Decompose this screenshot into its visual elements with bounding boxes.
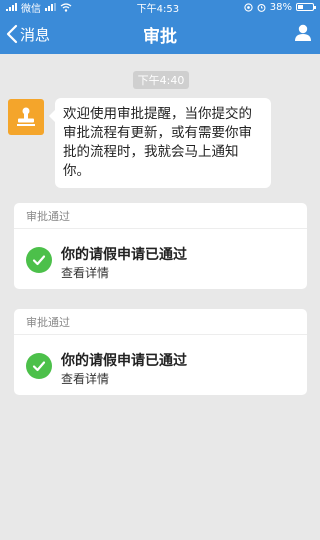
welcome-message: 欢迎使用审批提醒，当你提交的审批流程有更新，或有需要你审批的流程时，我就会马上通… [49,98,271,188]
chevron-left-icon [6,24,18,44]
view-details-link[interactable]: 查看详情 [61,370,109,387]
approval-card[interactable]: 审批通过 你的请假申请已通过 查看详情 [14,203,307,289]
card-title: 你的请假申请已通过 [61,247,187,263]
card-title: 你的请假申请已通过 [61,353,187,369]
check-icon [26,353,52,379]
status-right: 38% [244,1,316,13]
status-bar: 微信 下午4:53 38% [0,0,320,15]
location-icon [244,2,253,12]
check-icon [26,247,52,273]
alarm-icon [257,3,266,12]
card-body: 你的请假申请已通过 查看详情 [14,229,307,289]
back-button[interactable]: 消息 [6,14,50,54]
message-timestamp: 下午4:40 [133,71,189,89]
stamp-icon [17,107,35,126]
page-title: 审批 [143,26,177,47]
bot-avatar[interactable] [8,99,44,135]
user-icon [295,24,311,41]
view-details-link[interactable]: 查看详情 [61,264,109,281]
approval-card[interactable]: 审批通过 你的请假申请已通过 查看详情 [14,309,307,395]
card-body: 你的请假申请已通过 查看详情 [14,335,307,395]
back-label: 消息 [20,25,51,44]
status-left: 微信 [6,0,72,15]
battery-percent: 38% [269,1,292,13]
carrier-label: 微信 [21,3,41,15]
card-header: 审批通过 [14,203,307,229]
signal-icon [6,3,17,11]
cellular-signal-icon [45,3,56,11]
status-time: 下午4:53 [136,3,180,15]
wifi-icon [60,2,72,12]
profile-button[interactable] [294,24,312,46]
card-header: 审批通过 [14,309,307,335]
nav-bar: 消息 审批 [0,14,320,54]
battery-icon [295,3,316,11]
